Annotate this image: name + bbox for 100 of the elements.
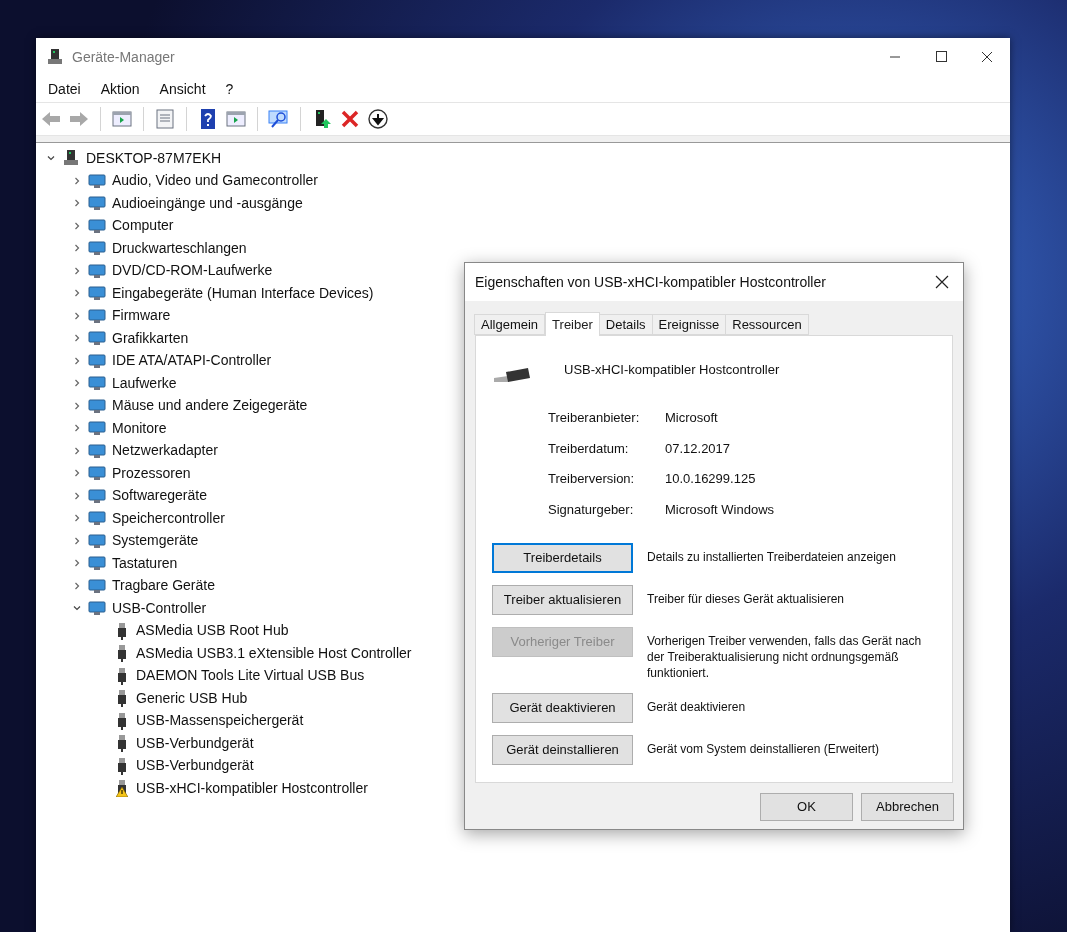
chevron-right-icon[interactable] bbox=[72, 423, 82, 434]
property-value: Microsoft bbox=[665, 409, 719, 427]
monitor-magnifier-icon[interactable] bbox=[268, 108, 290, 130]
driver-action-button[interactable]: Gerät deaktivieren bbox=[492, 693, 633, 723]
driver-action-button[interactable]: Treiber aktualisieren bbox=[492, 585, 633, 615]
device-icon bbox=[88, 217, 106, 234]
dialog-button[interactable]: Abbrechen bbox=[861, 793, 954, 821]
tree-item[interactable]: Tastaturen bbox=[112, 552, 178, 574]
tree-item[interactable]: Audio, Video und Gamecontroller bbox=[112, 170, 318, 192]
device-icon bbox=[88, 577, 106, 594]
tree-item[interactable]: Mäuse und andere Zeigegeräte bbox=[112, 395, 308, 417]
tree-item[interactable]: Speichercontroller bbox=[112, 507, 225, 529]
device-icon bbox=[88, 420, 106, 437]
property-label: Treiberversion: bbox=[548, 470, 636, 488]
tree-item[interactable]: Netzwerkadapter bbox=[112, 440, 218, 462]
action-description: Vorherigen Treiber verwenden, falls das Gerät nach der Treiberaktualisierung nicht ordnungsgemäß funktioniert. bbox=[647, 633, 923, 681]
chevron-right-icon[interactable] bbox=[72, 333, 82, 344]
tree-item[interactable]: Grafikkarten bbox=[112, 327, 189, 349]
device-icon bbox=[88, 262, 106, 279]
action-description: Gerät deaktivieren bbox=[647, 699, 747, 715]
tree-item[interactable]: USB-Controller bbox=[112, 597, 207, 619]
chevron-right-icon[interactable] bbox=[72, 220, 82, 231]
window-view-icon[interactable] bbox=[225, 108, 247, 130]
menu-item[interactable]: ? bbox=[217, 78, 242, 100]
tree-item[interactable]: Generic USB Hub bbox=[136, 687, 248, 709]
device-icon bbox=[88, 330, 106, 347]
device-icon bbox=[88, 555, 106, 572]
down-arrow-circle-icon[interactable] bbox=[367, 108, 389, 130]
chevron-right-icon[interactable] bbox=[72, 288, 82, 299]
tree-item[interactable]: USB-Verbundgerät bbox=[136, 732, 254, 754]
dialog-button[interactable]: OK bbox=[760, 793, 853, 821]
chevron-right-icon[interactable] bbox=[72, 400, 82, 411]
device-name: USB-xHCI-kompatibler Hostcontroller bbox=[564, 361, 780, 380]
tree-item[interactable]: Eingabegeräte (Human Interface Devices) bbox=[112, 282, 374, 304]
chevron-right-icon[interactable] bbox=[72, 468, 82, 479]
device-icon bbox=[88, 487, 106, 504]
chevron-right-icon[interactable] bbox=[72, 378, 82, 389]
action-description: Gerät vom System deinstallieren (Erweitert) bbox=[647, 741, 881, 757]
device-icon bbox=[88, 532, 106, 549]
property-label: Treiberanbieter: bbox=[548, 409, 641, 427]
device-icon bbox=[88, 285, 106, 302]
tree-item[interactable]: Audioeingänge und -ausgänge bbox=[112, 192, 303, 214]
tree-item[interactable]: Monitore bbox=[112, 417, 167, 439]
tree-item[interactable]: USB-Verbundgerät bbox=[136, 755, 254, 777]
window-title: Geräte-Manager bbox=[72, 47, 175, 67]
tree-item[interactable]: Tragbare Geräte bbox=[112, 575, 215, 597]
chevron-right-icon[interactable] bbox=[72, 490, 82, 501]
device-icon bbox=[88, 307, 106, 324]
dialog-tab[interactable]: Details bbox=[598, 314, 653, 335]
close-icon[interactable] bbox=[935, 275, 949, 289]
device-icon bbox=[88, 397, 106, 414]
tree-item[interactable]: IDE ATA/ATAPI-Controller bbox=[112, 350, 272, 372]
tree-item[interactable]: USB-xHCI-kompatibler Hostcontroller bbox=[136, 777, 368, 799]
tree-item[interactable]: Computer bbox=[112, 215, 174, 237]
chevron-right-icon[interactable] bbox=[72, 580, 82, 591]
chevron-right-icon[interactable] bbox=[72, 310, 82, 321]
document-properties-icon[interactable] bbox=[154, 108, 176, 130]
chevron-right-icon[interactable] bbox=[72, 558, 82, 569]
tree-item[interactable]: DVD/CD-ROM-Laufwerke bbox=[112, 260, 273, 282]
chevron-right-icon[interactable] bbox=[72, 198, 82, 209]
tree-item[interactable]: Softwaregeräte bbox=[112, 485, 207, 507]
device-icon bbox=[88, 352, 106, 369]
menu-item[interactable]: Aktion bbox=[92, 78, 148, 100]
chevron-right-icon[interactable] bbox=[72, 265, 82, 276]
dialog-tab[interactable]: Treiber bbox=[545, 312, 600, 336]
device-icon bbox=[88, 600, 106, 617]
computer-tower-icon bbox=[62, 149, 80, 168]
dialog-title: Eigenschaften von USB-xHCI-kompatibler Hostcontroller bbox=[475, 272, 826, 292]
tree-item[interactable]: USB-Massenspeichergerät bbox=[136, 710, 304, 732]
tree-item[interactable]: Systemgeräte bbox=[112, 530, 199, 552]
chevron-right-icon[interactable] bbox=[72, 513, 82, 524]
x-mark-icon[interactable] bbox=[339, 108, 361, 130]
action-description: Details zu installierten Treiberdateien anzeigen bbox=[647, 549, 897, 565]
device-icon bbox=[88, 465, 106, 482]
tree-item[interactable]: Firmware bbox=[112, 305, 171, 327]
tree-item[interactable]: DAEMON Tools Lite Virtual USB Bus bbox=[136, 665, 365, 687]
chevron-right-icon[interactable] bbox=[72, 243, 82, 254]
chevron-right-icon[interactable] bbox=[72, 175, 82, 186]
dialog-tab[interactable]: Ressourcen bbox=[725, 314, 809, 335]
tree-item[interactable]: Druckwarteschlangen bbox=[112, 237, 247, 259]
menu-item[interactable]: Ansicht bbox=[151, 78, 214, 100]
driver-action-button[interactable]: Gerät deinstallieren bbox=[492, 735, 633, 765]
property-value: 10.0.16299.125 bbox=[665, 470, 757, 488]
chevron-right-icon[interactable] bbox=[72, 535, 82, 546]
device-icon bbox=[88, 172, 106, 189]
tree-root-label[interactable]: DESKTOP-87M7EKH bbox=[86, 147, 222, 169]
tree-item[interactable]: ASMedia USB Root Hub bbox=[136, 620, 289, 642]
dialog-tab[interactable]: Ereignisse bbox=[651, 314, 727, 335]
chevron-right-icon[interactable] bbox=[72, 445, 82, 456]
computer-tower-icon bbox=[46, 48, 64, 66]
tree-item[interactable]: Prozessoren bbox=[112, 462, 191, 484]
dialog-tab[interactable]: Allgemein bbox=[474, 314, 546, 335]
window-view-icon[interactable] bbox=[111, 108, 133, 130]
device-icon bbox=[88, 240, 106, 257]
chevron-right-icon[interactable] bbox=[72, 355, 82, 366]
tree-item[interactable]: ASMedia USB3.1 eXtensible Host Controller bbox=[136, 642, 412, 664]
menu-item[interactable]: Datei bbox=[40, 78, 89, 100]
tree-item[interactable]: Laufwerke bbox=[112, 372, 177, 394]
driver-action-button[interactable]: Treiberdetails bbox=[492, 543, 633, 573]
property-label: Signaturgeber: bbox=[548, 500, 635, 519]
